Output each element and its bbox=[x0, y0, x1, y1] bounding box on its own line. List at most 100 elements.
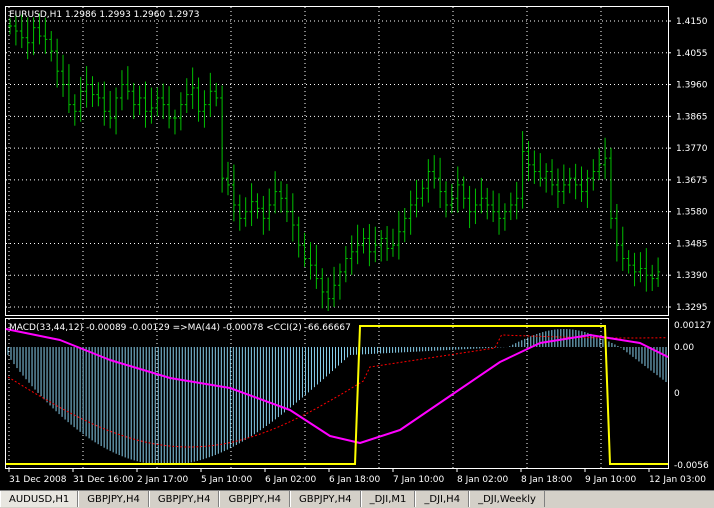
time-tick-label: 8 Jan 18:00 bbox=[521, 475, 573, 485]
indicator-plot bbox=[5, 325, 669, 465]
price-bar bbox=[196, 77, 201, 122]
chart-tab[interactable]: AUDUSD,H1 bbox=[0, 491, 79, 507]
price-tick-label: 1.3960 bbox=[676, 81, 708, 91]
price-bar bbox=[408, 190, 413, 235]
price-bar bbox=[573, 163, 578, 200]
chart-tab[interactable]: _DJI,Weekly bbox=[469, 491, 545, 507]
price-bar bbox=[444, 181, 448, 218]
chart-info-label: EURUSD,H1 1.2986 1.2993 1.2960 1.2973 bbox=[9, 10, 200, 20]
price-bar bbox=[337, 263, 342, 300]
chart-tab[interactable]: _DJI,H4 bbox=[415, 491, 470, 507]
price-bar bbox=[349, 235, 354, 275]
price-bar bbox=[449, 183, 454, 214]
chart-canvas[interactable]: 1.4150 1.4055 1.3960 1.3865 1.3770 1.3675 1.35… bbox=[0, 0, 714, 490]
price-bar bbox=[520, 131, 525, 209]
price-bar bbox=[220, 85, 225, 193]
price-bar bbox=[414, 179, 419, 218]
price-bar bbox=[72, 94, 77, 126]
price-bar bbox=[585, 169, 590, 208]
chart-tab[interactable]: GBPJPY,H4 bbox=[148, 491, 220, 507]
price-bar bbox=[178, 92, 183, 131]
price-tick-label: 1.4055 bbox=[676, 49, 708, 59]
price-bar bbox=[155, 87, 160, 117]
time-tick-label: 9 Jan 10:00 bbox=[585, 475, 637, 485]
price-bar bbox=[284, 183, 289, 223]
time-tick-label: 8 Jan 02:00 bbox=[457, 475, 509, 485]
price-bar bbox=[420, 179, 425, 207]
price-bar bbox=[320, 268, 325, 309]
price-bar bbox=[55, 38, 60, 88]
price-bar bbox=[167, 86, 172, 129]
price-bar bbox=[131, 82, 136, 120]
indicator-tick-label: 0.00127 bbox=[674, 321, 711, 331]
price-bar bbox=[332, 266, 337, 307]
price-bar bbox=[249, 183, 254, 227]
price-bar bbox=[555, 168, 560, 208]
price-bar bbox=[96, 82, 101, 107]
price-bar bbox=[491, 190, 496, 223]
price-bar bbox=[255, 193, 260, 219]
price-bar bbox=[231, 164, 236, 222]
price-bar bbox=[638, 252, 643, 283]
price-bar bbox=[102, 81, 107, 126]
price-bar bbox=[308, 242, 313, 280]
time-tick-label: 6 Jan 18:00 bbox=[329, 475, 381, 485]
price-bar bbox=[243, 197, 248, 227]
price-bar bbox=[137, 85, 142, 115]
price-bar bbox=[114, 87, 119, 135]
grid bbox=[6, 7, 668, 468]
price-tick-label: 1.4150 bbox=[676, 17, 708, 27]
price-bar bbox=[390, 228, 395, 257]
price-bar bbox=[626, 250, 631, 274]
chart-tab[interactable]: _DJI,M1 bbox=[360, 491, 416, 507]
time-tick-label: 12 Jan 03:00 bbox=[649, 475, 706, 485]
price-tick-label: 1.3390 bbox=[676, 271, 708, 281]
price-bar bbox=[544, 163, 549, 193]
indicator-panel-border bbox=[5, 318, 669, 469]
price-bar bbox=[579, 166, 584, 202]
price-bar bbox=[608, 147, 613, 229]
price-bar bbox=[125, 66, 130, 100]
price-bar bbox=[432, 155, 437, 189]
price-bar bbox=[632, 252, 637, 287]
price-bar bbox=[296, 216, 301, 258]
price-bar bbox=[502, 203, 507, 231]
price-tick-label: 1.3770 bbox=[676, 144, 708, 154]
price-bar bbox=[208, 72, 213, 118]
price-bar bbox=[355, 224, 360, 265]
price-bar bbox=[473, 188, 478, 225]
price-bar bbox=[373, 226, 378, 263]
price-bar bbox=[119, 70, 124, 111]
price-bar bbox=[426, 159, 431, 203]
price-bar bbox=[108, 90, 113, 129]
price-tick-label: 1.3295 bbox=[676, 303, 708, 313]
price-bar bbox=[508, 192, 513, 221]
price-bar bbox=[66, 64, 71, 113]
price-bar bbox=[385, 226, 390, 261]
price-bar bbox=[644, 248, 649, 292]
indicator-axis: 0.00127 0.00 0 -0.0056 bbox=[674, 321, 711, 471]
price-bar bbox=[237, 194, 242, 231]
price-bar bbox=[49, 31, 54, 62]
ma-line bbox=[5, 328, 669, 444]
price-bar bbox=[261, 195, 266, 235]
price-bar bbox=[290, 193, 295, 242]
price-bar bbox=[396, 211, 401, 260]
price-bar bbox=[479, 177, 484, 214]
price-tick-label: 1.3580 bbox=[676, 208, 708, 218]
price-bar bbox=[202, 90, 207, 128]
price-bar bbox=[367, 224, 372, 267]
price-tick-label: 1.3675 bbox=[676, 176, 708, 186]
price-bar bbox=[532, 150, 537, 184]
price-bar bbox=[538, 153, 543, 187]
price-bar bbox=[438, 157, 443, 208]
price-bar bbox=[614, 203, 619, 262]
price-bar bbox=[402, 207, 407, 243]
time-tick-label: 2 Jan 17:00 bbox=[137, 475, 189, 485]
chart-window[interactable]: 1.4150 1.4055 1.3960 1.3865 1.3770 1.3675 1.35… bbox=[0, 0, 714, 490]
chart-tab[interactable]: GBPJPY,H4 bbox=[290, 491, 361, 507]
price-bar bbox=[343, 246, 348, 283]
chart-tab[interactable]: GBPJPY,H4 bbox=[78, 491, 149, 507]
chart-tab[interactable]: GBPJPY,H4 bbox=[219, 491, 291, 507]
price-bar bbox=[43, 17, 48, 54]
